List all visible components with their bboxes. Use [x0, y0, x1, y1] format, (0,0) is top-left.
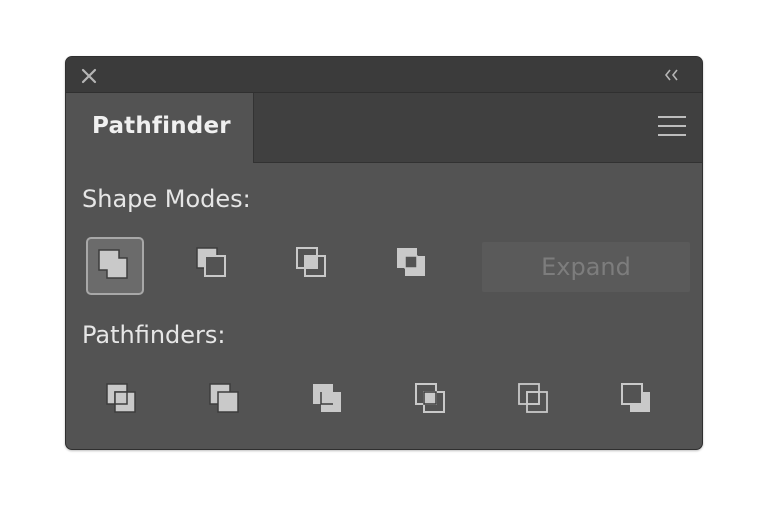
intersect-button[interactable]	[286, 237, 344, 295]
tab-pathfinder[interactable]: Pathfinder	[66, 93, 254, 163]
exclude-button[interactable]	[386, 237, 444, 295]
double-chevron-left-icon[interactable]	[662, 67, 682, 83]
tab-label: Pathfinder	[92, 113, 231, 139]
trim-button[interactable]	[199, 373, 257, 431]
minus-front-button[interactable]	[186, 237, 244, 295]
outline-icon	[518, 383, 548, 413]
pathfinders-label: Pathfinders:	[82, 321, 226, 349]
hamburger-menu-icon[interactable]	[658, 116, 686, 138]
exclude-icon	[397, 248, 425, 276]
unite-button[interactable]	[86, 237, 144, 295]
tab-bar: Pathfinder	[66, 93, 702, 163]
outline-button[interactable]	[508, 373, 566, 431]
crop-icon	[415, 383, 445, 413]
merge-icon	[313, 384, 341, 412]
minus-back-icon	[621, 383, 650, 412]
shape-modes-label: Shape Modes:	[82, 185, 251, 213]
unite-icon	[98, 249, 128, 279]
pathfinder-panel: Pathfinder Shape Modes: Expand Pathfinde…	[65, 56, 703, 450]
divide-icon	[106, 383, 136, 413]
expand-button[interactable]: Expand	[482, 242, 690, 292]
panel-titlebar	[66, 57, 702, 93]
crop-button[interactable]	[405, 373, 463, 431]
divide-button[interactable]	[96, 373, 154, 431]
merge-button[interactable]	[302, 373, 360, 431]
minus-front-icon	[196, 247, 226, 277]
minus-back-button[interactable]	[611, 373, 669, 431]
close-icon[interactable]	[80, 67, 98, 85]
intersect-icon	[296, 247, 326, 277]
trim-icon	[209, 383, 239, 413]
